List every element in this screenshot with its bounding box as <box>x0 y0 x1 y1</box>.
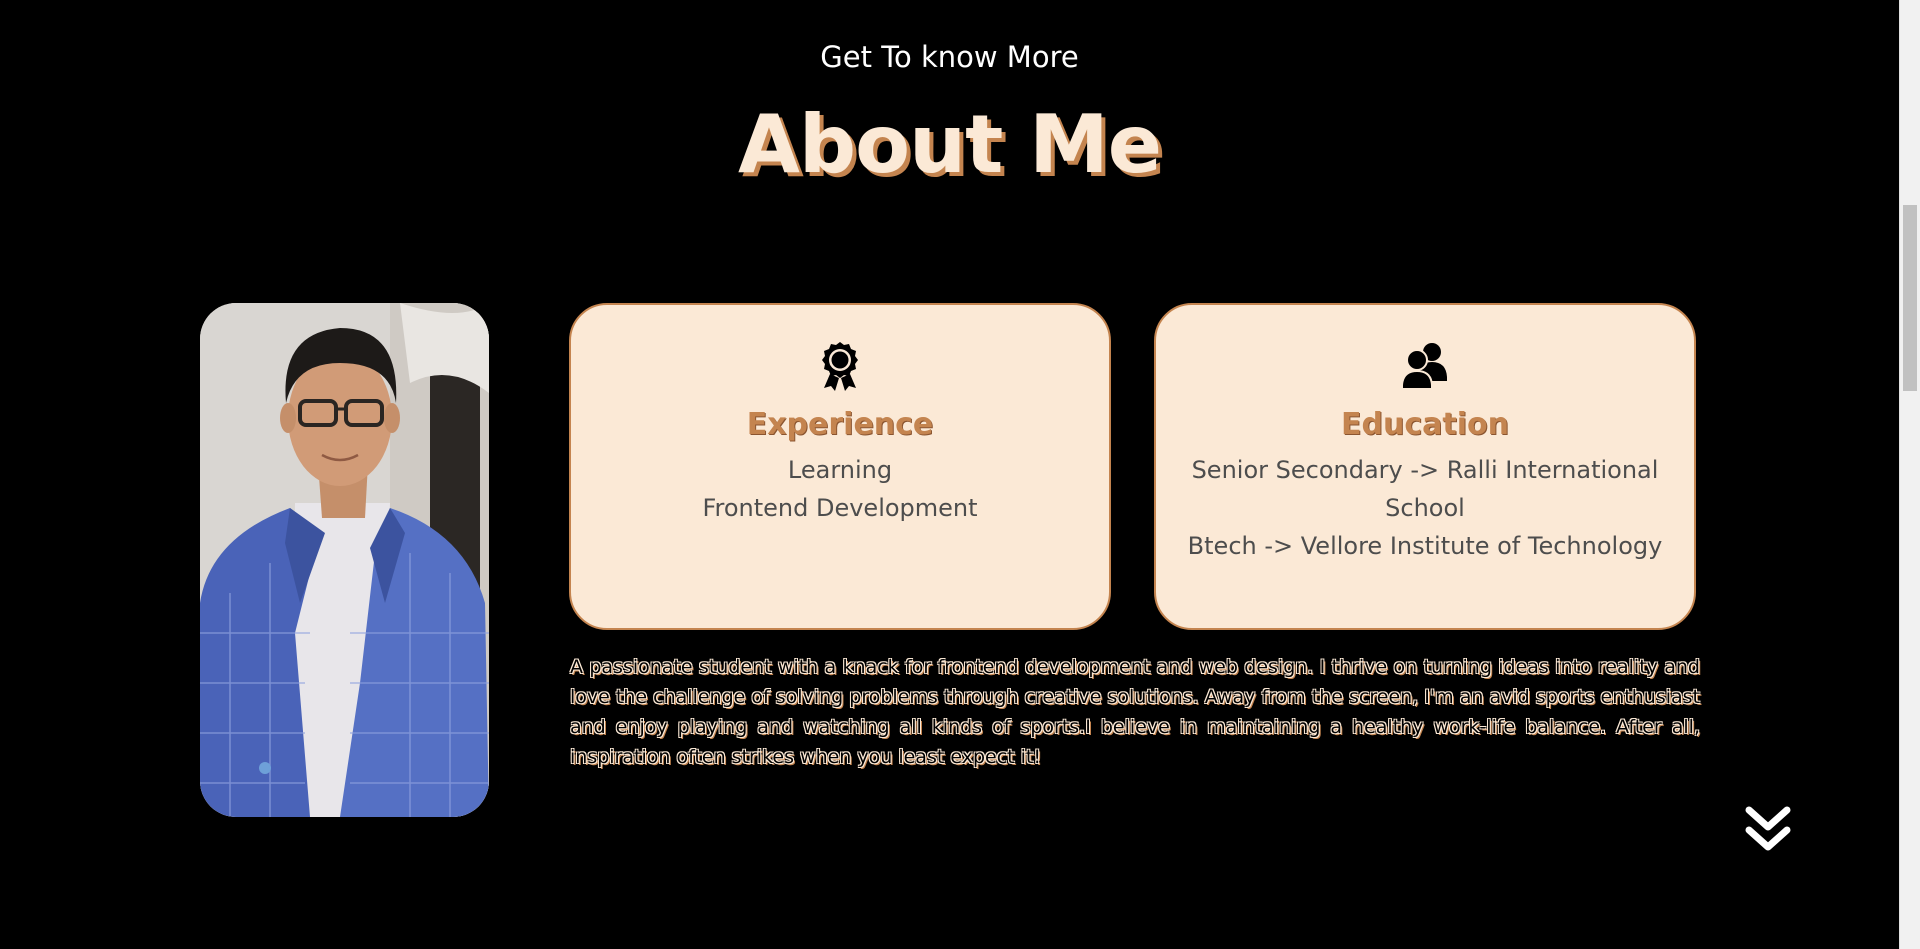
experience-line: Learning <box>787 456 893 484</box>
experience-line: Frontend Development <box>702 494 978 522</box>
education-line: Senior Secondary -> Ralli International … <box>1191 456 1659 522</box>
education-title: Education <box>1341 407 1509 442</box>
section-title: About Me <box>737 98 1162 191</box>
double-chevron-down-icon <box>1745 806 1791 851</box>
users-icon <box>1402 343 1447 390</box>
vertical-scrollbar[interactable] <box>1899 0 1920 949</box>
section-subtitle: Get To know More <box>820 40 1079 74</box>
profile-photo <box>200 303 489 817</box>
award-icon <box>822 342 858 391</box>
education-details: Senior Secondary -> Ralli International … <box>1176 451 1674 565</box>
experience-title: Experience <box>746 407 934 442</box>
about-bio-text: A passionate student with a knack for fr… <box>570 656 1700 768</box>
education-card: Education Senior Secondary -> Ralli Inte… <box>1154 303 1696 630</box>
experience-details: Learning Frontend Development <box>591 451 1089 527</box>
experience-card: Experience Learning Frontend Development <box>569 303 1111 630</box>
scroll-down-button[interactable] <box>1745 806 1791 854</box>
scrollbar-thumb[interactable] <box>1903 205 1917 391</box>
about-section: Get To know More About Me Experience Lea… <box>0 0 1899 949</box>
education-line: Btech -> Vellore Institute of Technology <box>1187 532 1663 560</box>
